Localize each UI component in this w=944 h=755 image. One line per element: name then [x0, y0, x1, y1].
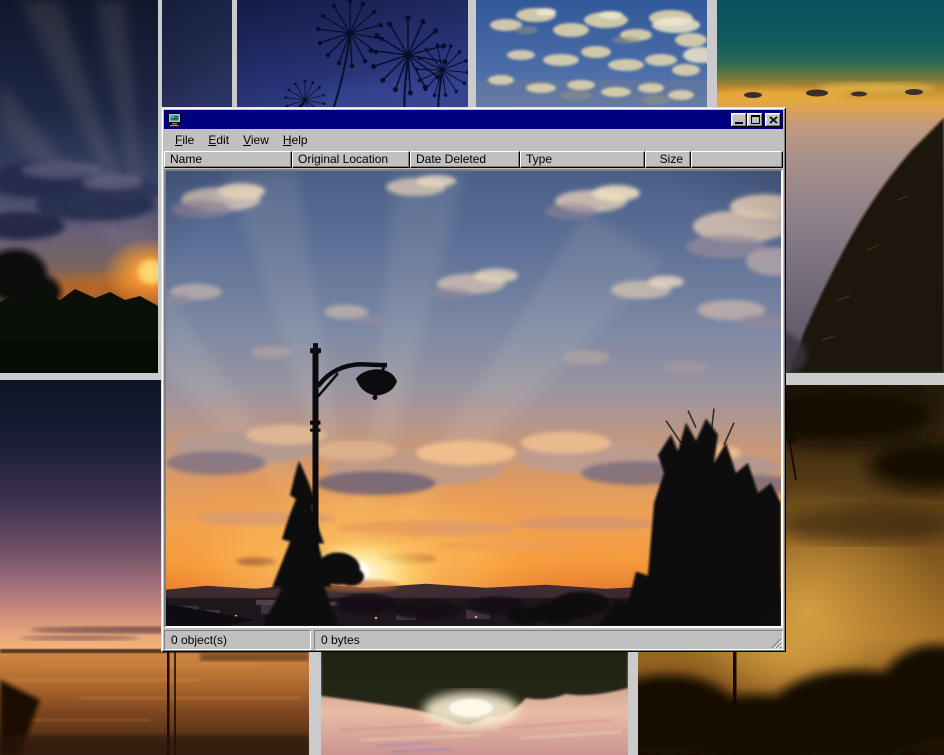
- column-header-name[interactable]: Name: [164, 151, 292, 168]
- minimize-icon: [735, 122, 743, 124]
- list-view[interactable]: [164, 169, 783, 628]
- column-header-date-deleted[interactable]: Date Deleted: [410, 151, 520, 168]
- background-photo-dark-sky: [162, 0, 232, 110]
- column-header-blank[interactable]: [691, 151, 783, 168]
- background-photo-seed-heads: [237, 0, 468, 110]
- menu-file[interactable]: File: [168, 131, 201, 149]
- minimize-button[interactable]: [731, 113, 747, 127]
- column-header-original-location[interactable]: Original Location: [292, 151, 410, 168]
- menu-help[interactable]: Help: [276, 131, 315, 149]
- status-objects: 0 object(s): [164, 630, 311, 650]
- titlebar[interactable]: [164, 110, 783, 129]
- resize-grip[interactable]: [769, 636, 782, 649]
- menu-view[interactable]: View: [236, 131, 276, 149]
- maximize-icon: [751, 115, 760, 124]
- column-header-size[interactable]: Size: [645, 151, 691, 168]
- computer-icon: [167, 112, 183, 128]
- maximize-button[interactable]: [747, 113, 763, 127]
- background-photo-blue-sky-clouds: [476, 0, 707, 110]
- menubar: File Edit View Help: [164, 129, 783, 150]
- background-photo-sunset-rays: [0, 0, 158, 373]
- status-bytes: 0 bytes: [314, 630, 783, 650]
- statusbar: 0 object(s) 0 bytes: [164, 630, 783, 650]
- sunset-lamp-photo: [166, 171, 781, 626]
- recycle-bin-window: File Edit View Help Name Original Locati…: [161, 107, 786, 652]
- close-button[interactable]: [765, 113, 781, 127]
- close-icon: [769, 116, 778, 124]
- column-headers: Name Original Location Date Deleted Type…: [164, 150, 783, 169]
- column-header-type[interactable]: Type: [520, 151, 645, 168]
- menu-edit[interactable]: Edit: [201, 131, 236, 149]
